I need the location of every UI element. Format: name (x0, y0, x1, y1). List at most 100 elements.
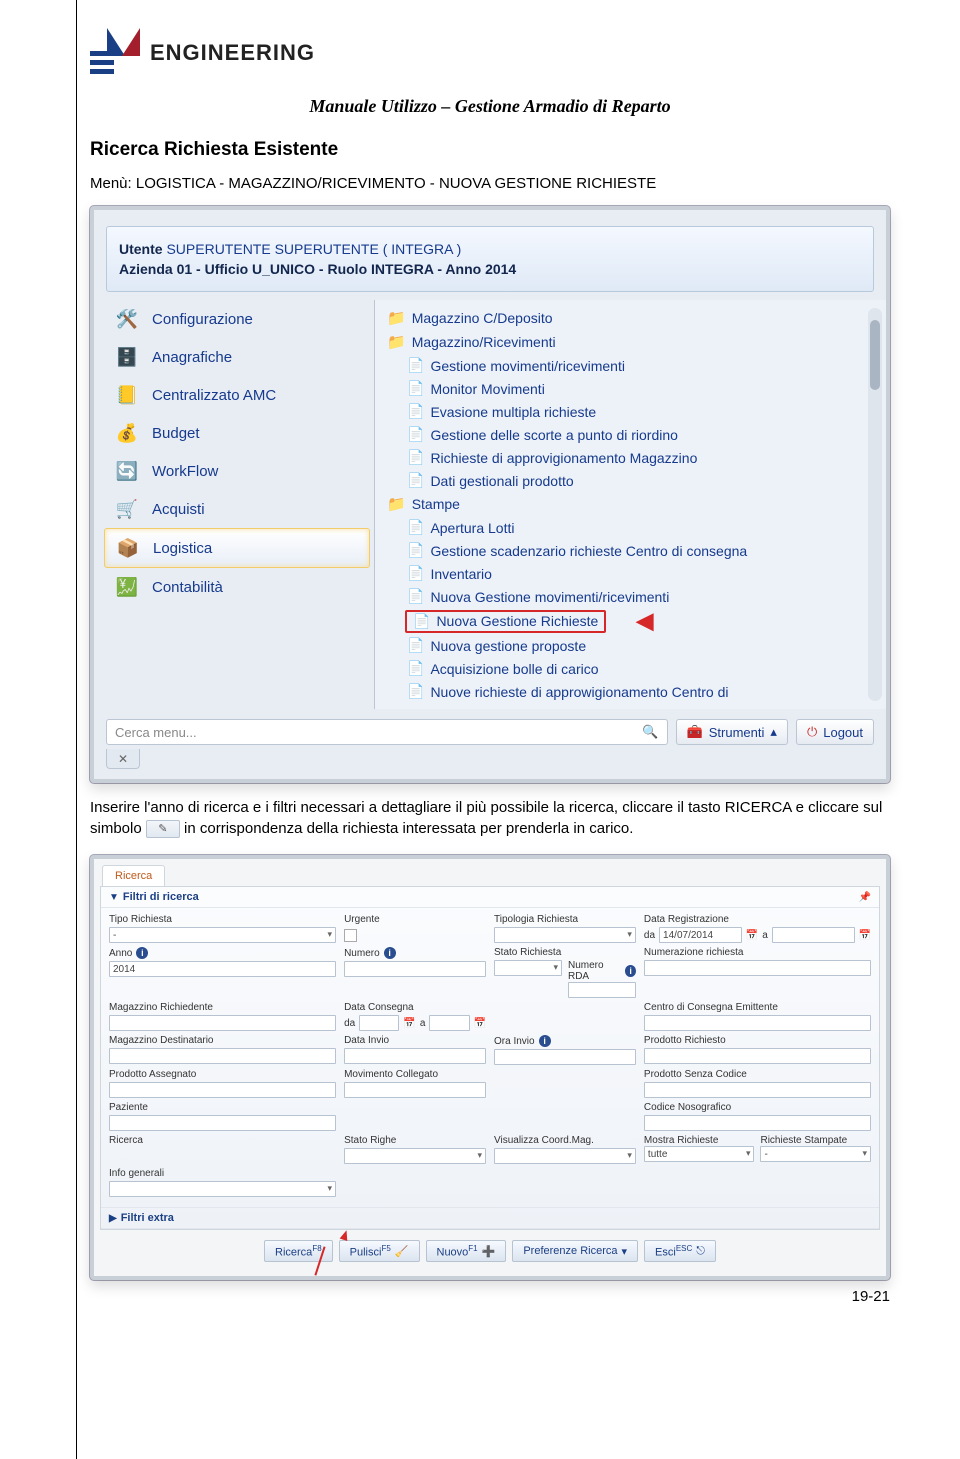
filter-label: Numero i (344, 947, 486, 959)
filter-cell: Paziente (109, 1102, 336, 1131)
tools-button[interactable]: 🧰 Strumenti ▴ (676, 719, 788, 745)
tree-item[interactable]: 📄Gestione movimenti/ricevimenti (379, 354, 886, 377)
folder-icon: 📁 (387, 495, 406, 513)
filter-dropdown[interactable] (494, 960, 562, 976)
filter-input[interactable]: 2014 (109, 961, 336, 977)
nav-icon: 💹 (112, 574, 142, 600)
filter-input[interactable] (644, 960, 871, 976)
tree-item[interactable]: 📄Richieste di approvigionamento Magazzin… (379, 446, 886, 469)
filter-input[interactable] (644, 1048, 871, 1064)
nav-item-logistica[interactable]: 📦Logistica (104, 528, 370, 568)
pin-icon[interactable]: 📌 (859, 892, 871, 903)
filter-cell: Data Registrazioneda14/07/2014📅a📅 (644, 914, 871, 943)
tree-item-highlighted[interactable]: 📄Nuova Gestione Richieste (405, 610, 606, 633)
document-icon: 📄 (407, 565, 424, 582)
tree-item[interactable]: 📄 Evasione multipla richieste (379, 400, 886, 423)
info-icon[interactable]: i (625, 965, 636, 977)
power-icon: ⏻ (807, 724, 817, 740)
nav-item-acquisti[interactable]: 🛒Acquisti (104, 490, 370, 528)
filter-cell (344, 1102, 486, 1131)
preferenze-ricerca-button[interactable]: Preferenze Ricerca ▾ (512, 1240, 638, 1262)
document-icon: 📄 (407, 660, 424, 677)
tree-label: Evasione multipla richieste (430, 404, 596, 420)
filters-header[interactable]: ▼Filtri di ricerca 📌 (101, 887, 879, 908)
filter-input[interactable] (644, 1082, 871, 1098)
brand-emblem (90, 28, 140, 78)
nav-item-configurazione[interactable]: 🛠️Configurazione (104, 300, 370, 338)
tree-item[interactable]: 📄Nuova gestione proposte (379, 634, 886, 657)
calendar-icon[interactable]: 📅 (403, 1018, 415, 1029)
tree-item[interactable]: 📄Gestione delle scorte a punto di riordi… (379, 423, 886, 446)
tree-item[interactable]: 📄Apertura Lotti (379, 516, 886, 539)
filter-input[interactable] (644, 1015, 871, 1031)
document-icon: 📄 (407, 403, 424, 420)
nav-item-budget[interactable]: 💰Budget (104, 414, 370, 452)
filter-input[interactable] (109, 1115, 336, 1131)
date-to-input[interactable] (429, 1015, 469, 1031)
filter-input[interactable] (344, 1082, 486, 1098)
filter-cell (494, 1168, 636, 1197)
filter-checkbox[interactable] (344, 929, 357, 942)
info-icon[interactable]: i (539, 1035, 551, 1047)
filter-input[interactable] (494, 1049, 636, 1065)
calendar-icon[interactable]: 📅 (474, 1018, 486, 1029)
filter-input[interactable] (344, 1048, 486, 1064)
doc-title: Manuale Utilizzo – Gestione Armadio di R… (90, 96, 890, 117)
nav-item-contabilità[interactable]: 💹Contabilità (104, 568, 370, 606)
filter-cell: Stato Righe (344, 1135, 486, 1164)
close-tab-button[interactable]: ✕ (106, 749, 140, 769)
tree-label: Inventario (430, 566, 491, 582)
tree-item[interactable]: 📁Magazzino C/Deposito (379, 306, 886, 330)
filter-input[interactable] (568, 982, 636, 998)
nav-icon: 🛠️ (112, 306, 142, 332)
esci-button[interactable]: EsciESC⎋ (644, 1240, 716, 1262)
date-to-input[interactable] (772, 927, 855, 943)
filter-dropdown[interactable]: tutte (644, 1146, 755, 1162)
nav-item-centralizzato amc[interactable]: 📒Centralizzato AMC (104, 376, 370, 414)
filter-label: Tipologia Richiesta (494, 914, 636, 925)
filters-extra-header[interactable]: ▶Filtri extra (101, 1207, 879, 1229)
filter-dropdown[interactable] (109, 1181, 336, 1197)
filter-input[interactable] (109, 1082, 336, 1098)
info-icon[interactable]: i (136, 947, 148, 959)
tree-item[interactable]: 📁Stampe (379, 492, 886, 516)
nuovo-button[interactable]: NuovoF1➕ (426, 1240, 507, 1262)
tree-item[interactable]: 📄Acquisizione bolle di carico (379, 657, 886, 680)
nav-label: Acquisti (152, 501, 205, 518)
tree-item[interactable]: 📄 Inventario (379, 562, 886, 585)
pulisci-button[interactable]: PulisciF5🧹 (339, 1240, 420, 1262)
ricerca-tab[interactable]: Ricerca (102, 865, 165, 886)
tree-item[interactable]: 📄Monitor Movimenti (379, 377, 886, 400)
filter-dropdown[interactable]: - (109, 927, 336, 943)
date-from-input[interactable] (359, 1015, 399, 1031)
filter-dropdown[interactable]: - (760, 1146, 871, 1162)
nav-item-anagrafiche[interactable]: 🗄️Anagrafiche (104, 338, 370, 376)
chevron-up-icon: ▴ (770, 724, 777, 740)
logout-button[interactable]: ⏻ Logout (796, 719, 874, 745)
menu-search-input[interactable]: Cerca menu... 🔍 (106, 719, 668, 745)
document-icon: 📄 (407, 449, 424, 466)
filter-input[interactable] (644, 1115, 871, 1131)
date-from-input[interactable]: 14/07/2014 (659, 927, 742, 943)
info-icon[interactable]: i (384, 947, 396, 959)
nav-item-workflow[interactable]: 🔄WorkFlow (104, 452, 370, 490)
filter-input[interactable] (344, 961, 486, 977)
section-heading: Ricerca Richiesta Esistente (90, 139, 890, 161)
scrollbar[interactable] (868, 308, 882, 701)
filter-dropdown[interactable] (494, 1148, 636, 1164)
calendar-icon[interactable]: 📅 (746, 930, 758, 941)
filter-dropdown[interactable] (494, 927, 636, 943)
document-icon: 📄 (407, 683, 424, 700)
filter-label: Tipo Richiesta (109, 914, 336, 925)
tree-item[interactable]: 📁Magazzino/Ricevimenti (379, 330, 886, 354)
filter-dropdown[interactable] (344, 1148, 486, 1164)
tools-label: Strumenti (709, 725, 765, 740)
tree-item[interactable]: 📄Nuova Gestione movimenti/ricevimenti (379, 585, 886, 608)
button-icon: ➕ (482, 1245, 496, 1258)
calendar-icon[interactable]: 📅 (859, 930, 871, 941)
filter-input[interactable] (109, 1015, 336, 1031)
tree-item[interactable]: 📄Gestione scadenzario richieste Centro d… (379, 539, 886, 562)
tree-item[interactable]: 📄Dati gestionali prodotto (379, 469, 886, 492)
tree-item[interactable]: 📄Nuove richieste di approwigionamento Ce… (379, 680, 886, 703)
filter-input[interactable] (109, 1048, 336, 1064)
